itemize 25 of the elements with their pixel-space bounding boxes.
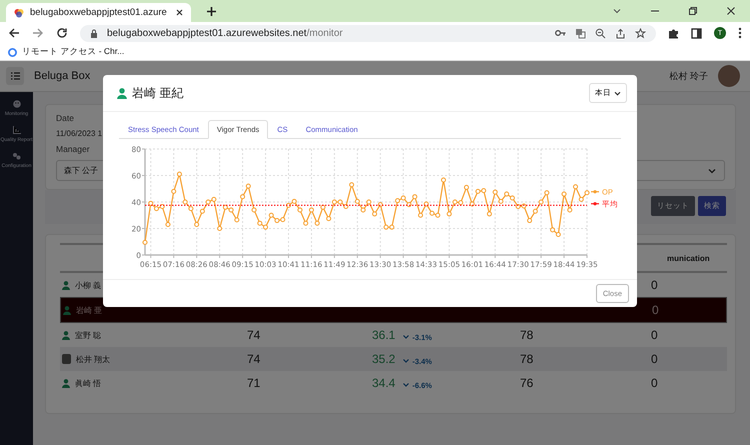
employee-name: 松井 翔太: [76, 354, 110, 364]
table-cell: 78: [520, 328, 534, 342]
field-label: Manager: [56, 144, 90, 154]
employee-name: 室野 聡: [75, 330, 102, 340]
table-cell: 74: [247, 352, 260, 366]
dialog-title: 岩崎 亜紀: [132, 84, 184, 102]
app-title: Beluga Box: [34, 70, 90, 82]
table-cell: 74: [247, 328, 260, 342]
table-cell: 0: [652, 303, 659, 317]
table-cell: 71: [247, 376, 260, 390]
user-name: 松村 玲子: [669, 70, 708, 82]
column-header: munication: [667, 254, 711, 262]
employee-name: 岩崎 亜: [76, 304, 102, 316]
field-label: Date: [56, 113, 74, 123]
table-cell: 76: [520, 376, 534, 390]
table-cell: 35.2: [372, 352, 396, 366]
table-cell: 34.4: [372, 376, 396, 390]
table-cell: 36.1: [372, 328, 396, 342]
table-cell: 0: [651, 352, 658, 366]
table-cell: 0: [651, 278, 658, 292]
employee-name: 眞崎 悟: [75, 378, 102, 388]
table-cell: 78: [520, 352, 534, 366]
employee-name: 小柳 義: [75, 280, 102, 290]
table-cell: 0: [651, 376, 658, 390]
table-cell: 0: [651, 328, 658, 342]
